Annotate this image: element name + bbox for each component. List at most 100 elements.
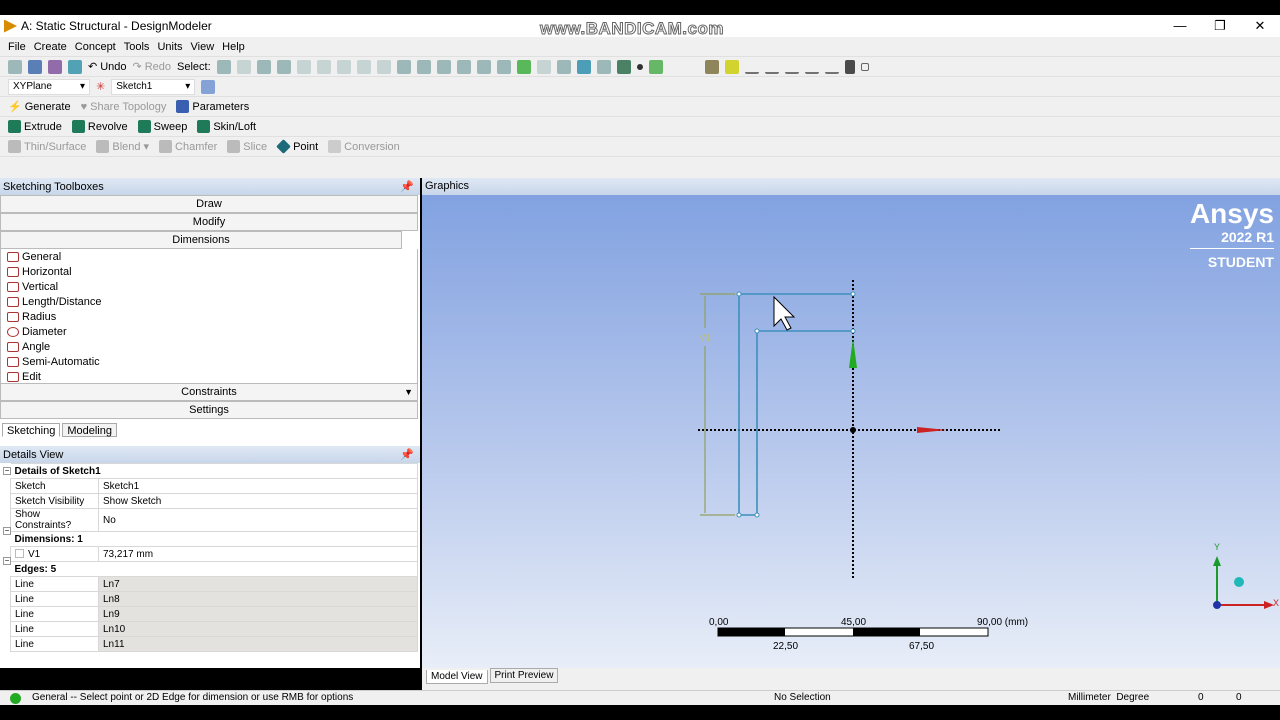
named-selection-icon[interactable] (648, 59, 663, 74)
tool-semi-automatic[interactable]: Semi-Automatic (1, 354, 417, 369)
edge-filter-icon[interactable] (276, 59, 291, 74)
dimension-v1-label[interactable]: V1 (699, 333, 712, 344)
slice-button[interactable]: Slice (227, 140, 267, 153)
rotate-icon[interactable] (396, 59, 411, 74)
tool-length-distance[interactable]: Length/Distance (1, 294, 417, 309)
parameters-button[interactable]: Parameters (176, 100, 249, 113)
body-filter-icon[interactable] (316, 59, 331, 74)
collapse-icon[interactable]: − (3, 557, 11, 565)
plane-dropdown[interactable]: XYPlane ▾ (8, 78, 90, 95)
group-dimensions[interactable]: Dimensions: 1 (10, 531, 418, 547)
zoom-in-icon[interactable] (456, 59, 471, 74)
redo-button[interactable]: ↷ Redo (133, 60, 172, 74)
camera-icon[interactable] (68, 59, 82, 74)
close-button[interactable]: ✕ (1240, 15, 1280, 37)
group-edges[interactable]: Edges: 5 (10, 561, 418, 577)
tool-angle[interactable]: Angle (1, 339, 417, 354)
undo-button[interactable]: ↶ Undo (88, 60, 127, 74)
scroll-down-icon[interactable]: ▼ (404, 384, 413, 401)
tab-print-preview[interactable]: Print Preview (489, 668, 559, 683)
pan-icon[interactable] (416, 59, 431, 74)
table-row: Line Ln10 (10, 621, 418, 637)
zoom-icon[interactable] (436, 59, 451, 74)
save-as-icon[interactable] (48, 59, 62, 74)
zoom-green-icon[interactable] (516, 59, 531, 74)
generate-button[interactable]: ⚡ Generate (8, 100, 71, 114)
tab-model-view[interactable]: Model View (426, 670, 488, 684)
triad-icon[interactable] (596, 59, 611, 74)
menu-create[interactable]: Create (34, 41, 67, 53)
share-topology-button[interactable]: ♥ Share Topology (81, 101, 167, 113)
thin-surface-button[interactable]: Thin/Surface (8, 140, 86, 153)
menu-tools[interactable]: Tools (124, 41, 150, 53)
look-at-icon[interactable] (576, 59, 591, 74)
draw-section[interactable]: Draw (0, 195, 418, 213)
maximize-button[interactable]: ❐ (1200, 15, 1240, 37)
pin-icon[interactable]: 📌 (400, 180, 414, 193)
settings-section[interactable]: Settings (0, 401, 418, 419)
menu-concept[interactable]: Concept (75, 41, 116, 53)
chamfer-button[interactable]: Chamfer (159, 140, 217, 153)
sketch-dropdown[interactable]: Sketch1 ▾ (111, 78, 196, 95)
display-model-icon[interactable] (616, 59, 631, 74)
modify-section[interactable]: Modify (0, 213, 418, 231)
tool-edit[interactable]: Edit (1, 369, 417, 383)
pin-icon[interactable]: 📌 (400, 448, 414, 461)
menu-file[interactable]: File (8, 41, 26, 53)
pin-edge-icon[interactable] (844, 59, 855, 74)
point-filter-icon[interactable] (256, 59, 271, 74)
constraints-section[interactable]: Constraints ▼ (0, 383, 418, 401)
tab-sketching[interactable]: Sketching (2, 423, 61, 437)
features-toolbar: Extrude Revolve Sweep Skin/Loft (0, 117, 1280, 137)
menu-units[interactable]: Units (157, 41, 182, 53)
color-box-icon[interactable] (704, 59, 719, 74)
iso-view-icon[interactable] (556, 59, 571, 74)
new-icon[interactable] (8, 59, 22, 74)
select-filter-icon[interactable] (236, 59, 251, 74)
select-mode-icon[interactable] (216, 59, 231, 74)
collapse-icon[interactable]: − (3, 467, 11, 475)
extrude-button[interactable]: Extrude (8, 120, 62, 133)
parameter-checkbox[interactable] (15, 549, 24, 559)
blend-button[interactable]: Blend ▾ (96, 140, 149, 153)
point-button[interactable]: Point (276, 139, 318, 154)
edge-style-0-icon[interactable] (744, 60, 759, 74)
tab-modeling[interactable]: Modeling (62, 423, 117, 437)
zoom-fit-icon[interactable] (496, 59, 511, 74)
menu-help[interactable]: Help (222, 41, 245, 53)
group-details[interactable]: Details of Sketch1 (10, 463, 418, 479)
new-sketch-icon[interactable] (201, 79, 216, 94)
box-select-icon[interactable] (356, 59, 371, 74)
collapse-icon[interactable]: − (3, 527, 11, 535)
skin-loft-button[interactable]: Skin/Loft (197, 120, 256, 133)
tool-horizontal[interactable]: Horizontal (1, 264, 417, 279)
tool-general[interactable]: General (1, 249, 417, 264)
edge-style-2-icon[interactable] (784, 60, 799, 74)
tool-diameter[interactable]: Diameter (1, 324, 417, 339)
graphics-viewport[interactable]: V1 0,00 45,00 90,00 (mm) 22,50 67,50 Y X (422, 178, 1280, 668)
highlight-icon[interactable] (724, 59, 739, 74)
zoom-box-icon[interactable] (476, 59, 491, 74)
sweep-button[interactable]: Sweep (137, 120, 187, 133)
edge-style-3-icon[interactable] (804, 60, 819, 74)
extend-selection-icon[interactable] (336, 59, 351, 74)
sketch-canvas[interactable]: V1 0,00 45,00 90,00 (mm) 22,50 67,50 Y X (422, 178, 1280, 668)
scale-tick-0: 0,00 (709, 617, 729, 628)
revolve-button[interactable]: Revolve (71, 120, 128, 133)
chevron-down-icon: ▾ (79, 81, 85, 92)
face-filter-icon[interactable] (296, 59, 311, 74)
tool-vertical[interactable]: Vertical (1, 279, 417, 294)
box-select-2-icon[interactable] (376, 59, 391, 74)
dimensions-section[interactable]: Dimensions (0, 231, 402, 249)
zoom-out-icon[interactable] (536, 59, 551, 74)
minimize-button[interactable]: — (1160, 15, 1200, 37)
tool-radius[interactable]: Radius (1, 309, 417, 324)
edge-style-k-icon[interactable] (824, 60, 839, 74)
display-point-icon[interactable] (636, 63, 643, 70)
menu-view[interactable]: View (191, 41, 215, 53)
save-icon[interactable] (28, 59, 42, 74)
frame-icon[interactable] (860, 62, 869, 71)
conversion-button[interactable]: Conversion (328, 140, 400, 153)
edge-style-1-icon[interactable] (764, 60, 779, 74)
new-plane-icon[interactable]: ✳ (96, 80, 105, 93)
